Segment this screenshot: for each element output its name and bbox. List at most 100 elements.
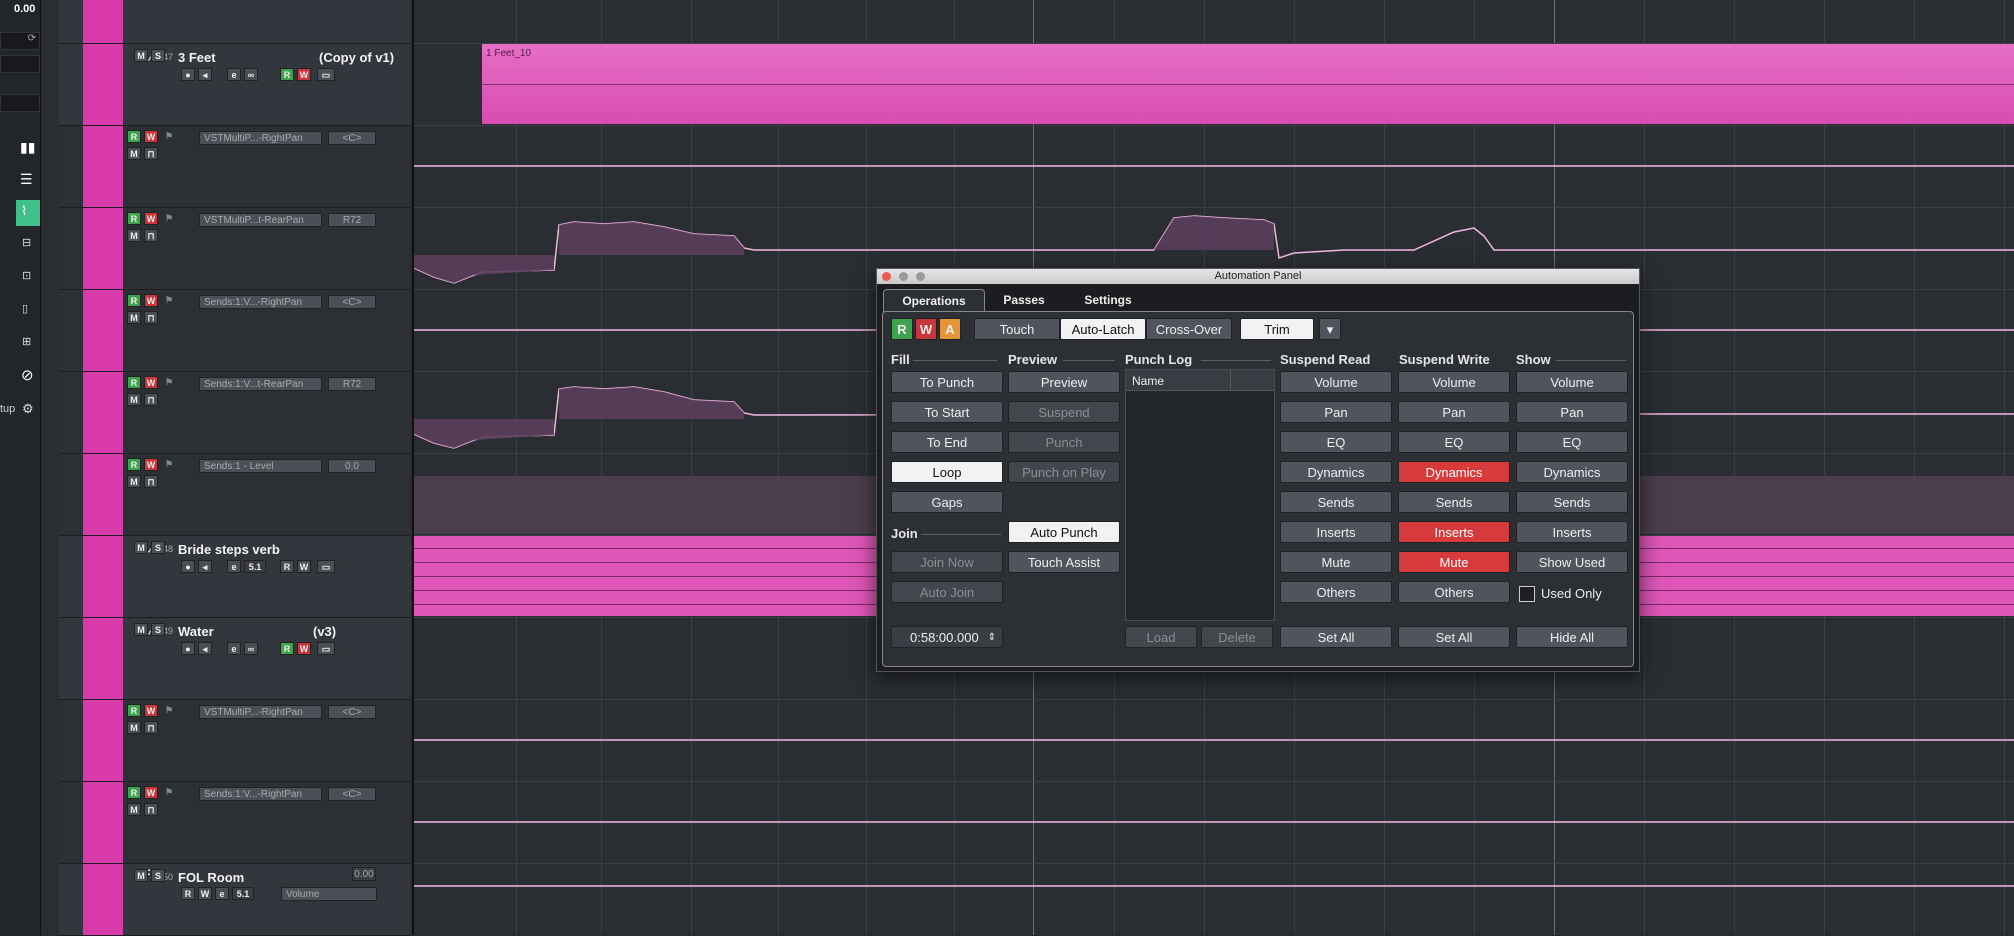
write-button[interactable]: W [297,68,311,81]
time-field[interactable]: 0:58:00.000 ⇕ [891,626,1003,648]
parameter-field[interactable]: Sends:1:V...-RightPan [199,295,322,309]
parameter-field[interactable]: Sends:1 - Level [199,459,322,473]
solo-button[interactable]: S [151,49,165,62]
record-enable-icon[interactable]: ● [181,642,195,655]
mode-touch[interactable]: Touch [974,318,1060,340]
read-button[interactable]: R [127,376,141,389]
record-enable-icon[interactable]: ● [181,68,195,81]
read-button[interactable]: R [127,458,141,471]
inspector-button[interactable]: ⊡ [0,265,40,291]
fill-loop-button[interactable]: Loop [891,461,1003,483]
write-button[interactable]: W [297,560,311,573]
automation-lane[interactable]: R W ⚑ M ⊓ VSTMultiP...t-RearPan R72 [59,208,411,290]
read-button[interactable]: R [181,887,195,900]
lanes-icon[interactable]: ▭ [317,68,335,81]
suspend-read-eq[interactable]: EQ [1280,431,1392,453]
fill-to-end-button[interactable]: To End [891,431,1003,453]
parameter-value[interactable]: <C> [328,787,376,801]
read-button[interactable]: R [280,68,294,81]
automation-lane[interactable]: R W ⚑ M ⊓ Sends:1:V...-RightPan <C> [59,290,411,372]
mode-auto-latch[interactable]: Auto-Latch [1060,318,1146,340]
suspend-read-sends[interactable]: Sends [1280,491,1392,513]
fill-to-start-button[interactable]: To Start [891,401,1003,423]
lock-icon[interactable]: ⊓ [144,803,158,816]
parameter-field[interactable]: Sends:1:V...-RightPan [199,787,322,801]
automation-lane[interactable]: R W ⚑ M ⊓ Sends:1:V...t-RearPan R72 [59,372,411,454]
suspend-read-others[interactable]: Others [1280,581,1392,603]
close-icon[interactable] [882,272,891,281]
tab-operations[interactable]: Operations [883,289,985,312]
show-dynamics[interactable]: Dynamics [1516,461,1628,483]
edit-icon[interactable]: e [227,642,241,655]
fill-gaps-button[interactable]: Gaps [891,491,1003,513]
inspector-button[interactable]: ▯ [0,298,40,324]
automation-button[interactable]: ⌇ [16,200,40,226]
solo-button[interactable]: S [151,869,165,882]
parameter-value[interactable]: R72 [328,213,376,227]
name-column-header[interactable]: Name [1132,374,1164,388]
automation-lane[interactable]: R W ⚑ M ⊓ VSTMultiP...-RightPan <C> [59,700,411,782]
suspend-read-inserts[interactable]: Inserts [1280,521,1392,543]
parameter-value[interactable]: <C> [328,131,376,145]
mute-button[interactable]: M [134,49,148,62]
inspector-field[interactable]: ⟳ [0,32,40,50]
suspend-write-dynamics[interactable]: Dynamics [1398,461,1510,483]
mute-button[interactable]: M [134,541,148,554]
lock-icon[interactable]: ⊓ [144,393,158,406]
edit-icon[interactable]: e [227,560,241,573]
touch-assist-button[interactable]: Touch Assist [1008,551,1120,573]
link-icon[interactable]: ∞ [244,642,258,655]
track-header[interactable]: ∿ 47 M S 3 Feet (Copy of v1) ● ◂ e ∞ R W… [59,44,411,126]
stepper-icon[interactable]: ⇕ [988,627,996,649]
inspector-button[interactable]: ▮▮ [0,136,40,162]
tab-settings[interactable]: Settings [1073,289,1143,311]
suspend-button[interactable]: Suspend [1008,401,1120,423]
minimize-icon[interactable] [899,272,908,281]
fill-to-punch-button[interactable]: To Punch [891,371,1003,393]
punch-log-list[interactable]: Name [1125,369,1275,621]
suspend-read-volume[interactable]: Volume [1280,371,1392,393]
suspend-write-inserts[interactable]: Inserts [1398,521,1510,543]
show-pan[interactable]: Pan [1516,401,1628,423]
inspector-button[interactable]: ⊟ [0,232,40,258]
punch-button[interactable]: Punch [1008,431,1120,453]
parameter-field[interactable]: VSTMultiP...-RightPan [199,705,322,719]
trim-dropdown[interactable]: ▾ [1319,318,1341,340]
show-used-button[interactable]: Show Used [1516,551,1628,573]
used-only-checkbox[interactable] [1519,586,1535,602]
suspend-write-pan[interactable]: Pan [1398,401,1510,423]
edit-icon[interactable]: e [215,887,229,900]
suspend-read-pan[interactable]: Pan [1280,401,1392,423]
parameter-field[interactable]: Sends:1:V...t-RearPan [199,377,322,391]
hide-all-button[interactable]: Hide All [1516,626,1628,648]
trim-button[interactable]: Trim [1240,318,1314,340]
punch-on-play-button[interactable]: Punch on Play [1008,461,1120,483]
parameter-value[interactable]: R72 [328,377,376,391]
automation-lane[interactable]: R W ⚑ M ⊓ Sends:1:V...-RightPan <C> [59,782,411,864]
suspend-write-eq[interactable]: EQ [1398,431,1510,453]
parameter-value[interactable]: <C> [328,705,376,719]
preview-button[interactable]: Preview [1008,371,1120,393]
join-now-button[interactable]: Join Now [891,551,1003,573]
inspector-field[interactable] [0,55,40,73]
read-button[interactable]: R [127,294,141,307]
read-button[interactable]: R [127,212,141,225]
parameter-field[interactable]: Volume [281,887,377,901]
suspend-read-dynamics[interactable]: Dynamics [1280,461,1392,483]
write-button[interactable]: W [297,642,311,655]
lock-icon[interactable]: ⊓ [144,475,158,488]
write-button[interactable]: W [144,130,158,143]
suspend-write-volume[interactable]: Volume [1398,371,1510,393]
suspend-read-set-all[interactable]: Set All [1280,626,1392,648]
load-button[interactable]: Load [1125,626,1197,648]
read-button[interactable]: R [127,130,141,143]
lock-icon[interactable]: ⊓ [144,147,158,160]
lock-icon[interactable]: ⊓ [144,229,158,242]
lock-icon[interactable]: ⊓ [144,311,158,324]
auto-join-button[interactable]: Auto Join [891,581,1003,603]
automation-lane[interactable]: R W ⚑ M ⊓ Sends:1 - Level 0.0 [59,454,411,536]
mute-button[interactable]: M [127,721,141,734]
write-button[interactable]: W [144,786,158,799]
mute-button[interactable]: M [134,623,148,636]
tab-passes[interactable]: Passes [989,289,1059,311]
